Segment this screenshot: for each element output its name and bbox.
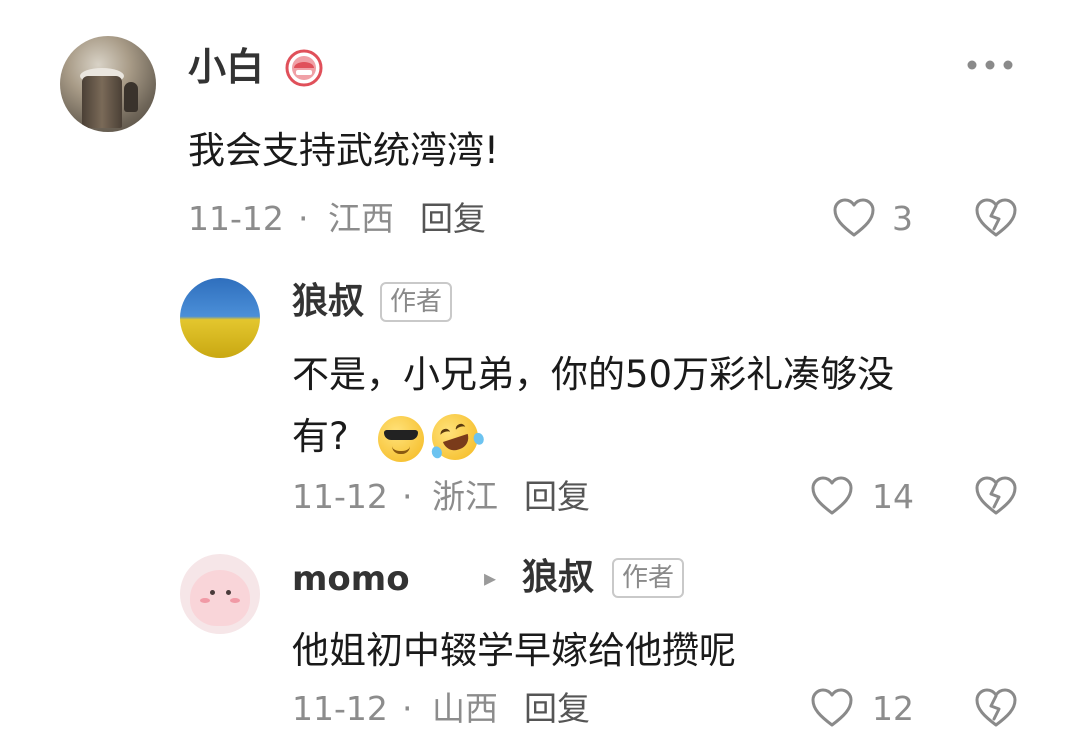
avatar[interactable] <box>180 554 260 634</box>
like-heart-icon[interactable] <box>810 688 854 728</box>
comment-location: 江西 <box>328 199 394 238</box>
sunglasses-emoji <box>378 416 424 462</box>
like-count: 12 <box>872 689 914 728</box>
author-badge: 作者 <box>380 282 453 322</box>
like-heart-icon[interactable] <box>832 198 876 238</box>
reply-button[interactable]: 回复 <box>420 202 486 235</box>
dislike-broken-heart-icon[interactable] <box>974 198 1018 238</box>
like-count: 3 <box>892 199 913 238</box>
comment-location: 山西 <box>432 689 498 728</box>
reply-button[interactable]: 回复 <box>524 692 590 725</box>
username[interactable]: 小白 <box>188 48 264 86</box>
avatar[interactable] <box>60 36 156 132</box>
comment-date: 11-12 <box>292 477 388 516</box>
like-count: 14 <box>872 477 914 516</box>
like-heart-icon[interactable] <box>810 476 854 516</box>
level-badge-icon <box>285 49 323 87</box>
comment-text: 他姐初中辍学早嫁给他攒呢 <box>292 629 736 672</box>
dislike-broken-heart-icon[interactable] <box>974 476 1018 516</box>
meta-separator: · <box>402 477 413 516</box>
avatar[interactable] <box>180 278 260 358</box>
comment-date: 11-12 <box>188 199 284 238</box>
rofl-emoji <box>426 408 486 466</box>
comment-text: 不是，小兄弟，你的50万彩礼凑够没 <box>292 353 895 396</box>
username[interactable]: 狼叔 <box>292 284 364 320</box>
more-dots-icon[interactable] <box>966 58 1014 72</box>
reply-button[interactable]: 回复 <box>524 480 590 513</box>
author-badge: 作者 <box>612 558 685 598</box>
comment-location: 浙江 <box>432 477 498 516</box>
username[interactable]: momo <box>292 562 410 596</box>
comment-date: 11-12 <box>292 689 388 728</box>
dislike-broken-heart-icon[interactable] <box>974 688 1018 728</box>
comment-text: 我会支持武统湾湾! <box>188 129 499 172</box>
meta-separator: · <box>402 689 413 728</box>
reply-to-username[interactable]: 狼叔 <box>522 560 594 596</box>
reply-to-arrow-icon: ▸ <box>484 564 497 592</box>
comment-text: 有? <box>292 415 349 458</box>
meta-separator: · <box>298 199 309 238</box>
